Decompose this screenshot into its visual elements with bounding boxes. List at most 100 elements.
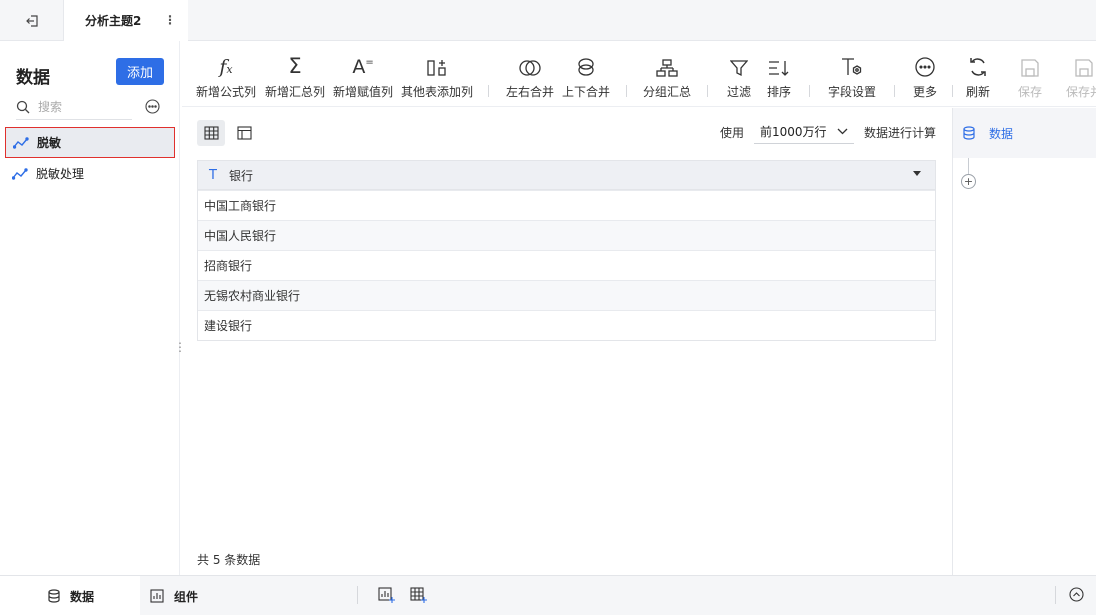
save-as-icon bbox=[1075, 59, 1093, 77]
tool-label: 更多 bbox=[913, 85, 938, 99]
sort-icon bbox=[769, 61, 789, 76]
toolbar: fx 新增公式列 Σ 新增汇总列 A= 新增赋值列 其他表添加列 左右合并 上下… bbox=[182, 41, 1096, 107]
table-row: 无锡农村商业银行 bbox=[198, 280, 935, 310]
data-preview-panel: 使用 前1000万行 数据进行计算 T 银行 中国工商银行 中国人民银行 招商银… bbox=[182, 108, 952, 575]
sidebar-item-label: 脱敏处理 bbox=[36, 167, 85, 181]
add-dashboard-button[interactable] bbox=[410, 587, 427, 607]
filter-icon bbox=[730, 60, 748, 77]
refresh-icon bbox=[970, 58, 986, 76]
add-chart-icon bbox=[378, 587, 395, 603]
tool-label: 上下合并 bbox=[562, 85, 611, 99]
group-icon bbox=[656, 59, 678, 77]
layout-view-button[interactable] bbox=[230, 120, 258, 146]
bottom-divider bbox=[1055, 586, 1056, 604]
add-column-from-other-table-button[interactable]: 其他表添加列 bbox=[401, 41, 473, 107]
add-component-button[interactable] bbox=[378, 587, 395, 607]
tab-data[interactable]: 数据 bbox=[0, 576, 140, 615]
sidebar-item-tuomin[interactable]: 脱敏 bbox=[5, 127, 175, 158]
formula-icon: fx bbox=[219, 56, 233, 78]
plus-icon: + bbox=[963, 175, 974, 188]
data-table: T 银行 中国工商银行 中国人民银行 招商银行 无锡农村商业银行 建设银行 bbox=[197, 160, 936, 341]
row-limit-select[interactable]: 前1000万行 bbox=[754, 120, 854, 144]
field-settings-button[interactable]: 字段设置 bbox=[828, 41, 876, 107]
data-sidebar: 数据 添加 搜索 脱敏 脱敏处理 ⋮⋮ bbox=[0, 41, 197, 575]
tool-label: 保存 bbox=[1018, 85, 1043, 99]
database-icon bbox=[48, 589, 60, 603]
tool-label: 新增公式列 bbox=[196, 85, 257, 99]
tool-label: 左右合并 bbox=[506, 85, 555, 99]
add-button[interactable]: 添加 bbox=[116, 58, 164, 85]
sidebar-title: 数据 bbox=[16, 68, 50, 88]
tool-label: 字段设置 bbox=[828, 85, 877, 99]
save-icon bbox=[1021, 59, 1039, 77]
caret-down-icon[interactable] bbox=[913, 171, 921, 177]
field-settings-icon bbox=[842, 58, 862, 75]
bottom-divider bbox=[357, 586, 358, 604]
more-button[interactable]: 更多 bbox=[913, 41, 937, 107]
toolbar-divider bbox=[707, 85, 708, 97]
grid-view-button[interactable] bbox=[197, 120, 225, 146]
calc-suffix: 数据进行计算 bbox=[864, 126, 937, 140]
table-cell: 建设银行 bbox=[204, 319, 253, 333]
chart-icon bbox=[150, 589, 164, 603]
more-options-button[interactable] bbox=[145, 99, 160, 117]
more-icon bbox=[915, 57, 935, 77]
table-row: 招商银行 bbox=[198, 250, 935, 280]
tool-label: 分组汇总 bbox=[643, 85, 692, 99]
flow-node-data[interactable]: 数据 bbox=[953, 108, 1096, 158]
chevron-up-circle-icon bbox=[1069, 587, 1084, 602]
assign-icon: A= bbox=[352, 56, 374, 78]
top-tab-bar: 分析主题2 ⋮ bbox=[0, 0, 1096, 41]
tab-component[interactable]: 组件 bbox=[150, 576, 198, 615]
tool-label: 新增汇总列 bbox=[265, 85, 326, 99]
filter-button[interactable]: 过滤 bbox=[727, 41, 751, 107]
group-summary-button[interactable]: 分组汇总 bbox=[643, 41, 691, 107]
toolbar-divider bbox=[952, 85, 953, 97]
table-row: 中国人民银行 bbox=[198, 220, 935, 250]
sidebar-item-tuomin-chuli[interactable]: 脱敏处理 bbox=[5, 158, 175, 189]
save-button[interactable]: 保存 bbox=[1018, 41, 1042, 107]
tool-label: 新增赋值列 bbox=[333, 85, 394, 99]
more-icon bbox=[145, 99, 160, 114]
add-assign-column-button[interactable]: A= 新增赋值列 bbox=[333, 41, 393, 107]
tab-label: 组件 bbox=[174, 589, 199, 604]
table-cell: 无锡农村商业银行 bbox=[204, 289, 301, 303]
tool-label: 保存并 bbox=[1066, 85, 1096, 99]
database-icon bbox=[963, 126, 975, 140]
table-row: 建设银行 bbox=[198, 310, 935, 340]
sort-button[interactable]: 排序 bbox=[767, 41, 791, 107]
toolbar-divider bbox=[488, 85, 489, 97]
toolbar-divider bbox=[809, 85, 810, 97]
add-formula-column-button[interactable]: fx 新增公式列 bbox=[196, 41, 256, 107]
save-as-button[interactable]: 保存并 bbox=[1066, 41, 1096, 107]
merge-vertical-button[interactable]: 上下合并 bbox=[562, 41, 610, 107]
sigma-icon: Σ bbox=[288, 54, 302, 78]
add-step-button[interactable]: + bbox=[961, 174, 976, 189]
tab-analysis-topic[interactable]: 分析主题2 ⋮ bbox=[64, 0, 188, 41]
collapse-button[interactable] bbox=[1069, 587, 1084, 605]
table-cell: 中国工商银行 bbox=[204, 199, 277, 213]
tool-label: 过滤 bbox=[727, 85, 752, 99]
dataset-icon bbox=[13, 136, 29, 149]
chevron-down-icon bbox=[837, 128, 848, 135]
exit-button[interactable] bbox=[0, 0, 64, 41]
toolbar-divider bbox=[894, 85, 895, 97]
merge-horizontal-icon bbox=[519, 60, 541, 76]
sidebar-item-label: 脱敏 bbox=[37, 136, 62, 150]
tab-title: 分析主题2 bbox=[85, 14, 142, 28]
text-type-icon: T bbox=[209, 167, 217, 183]
add-dashboard-icon bbox=[410, 587, 427, 603]
grid-icon bbox=[203, 126, 219, 140]
column-header[interactable]: T 银行 bbox=[198, 161, 935, 190]
table-row: 中国工商银行 bbox=[198, 190, 935, 220]
search-input[interactable]: 搜索 bbox=[16, 94, 132, 120]
refresh-button[interactable]: 刷新 bbox=[966, 41, 990, 107]
search-icon bbox=[16, 100, 30, 113]
merge-horizontal-button[interactable]: 左右合并 bbox=[506, 41, 554, 107]
add-summary-column-button[interactable]: Σ 新增汇总列 bbox=[265, 41, 325, 107]
dataset-icon bbox=[12, 167, 28, 180]
tab-menu-icon[interactable]: ⋮ bbox=[164, 13, 176, 27]
exit-icon bbox=[25, 14, 38, 27]
process-flow-panel: 数据 + bbox=[952, 108, 1096, 575]
flow-node-label: 数据 bbox=[989, 126, 1014, 141]
